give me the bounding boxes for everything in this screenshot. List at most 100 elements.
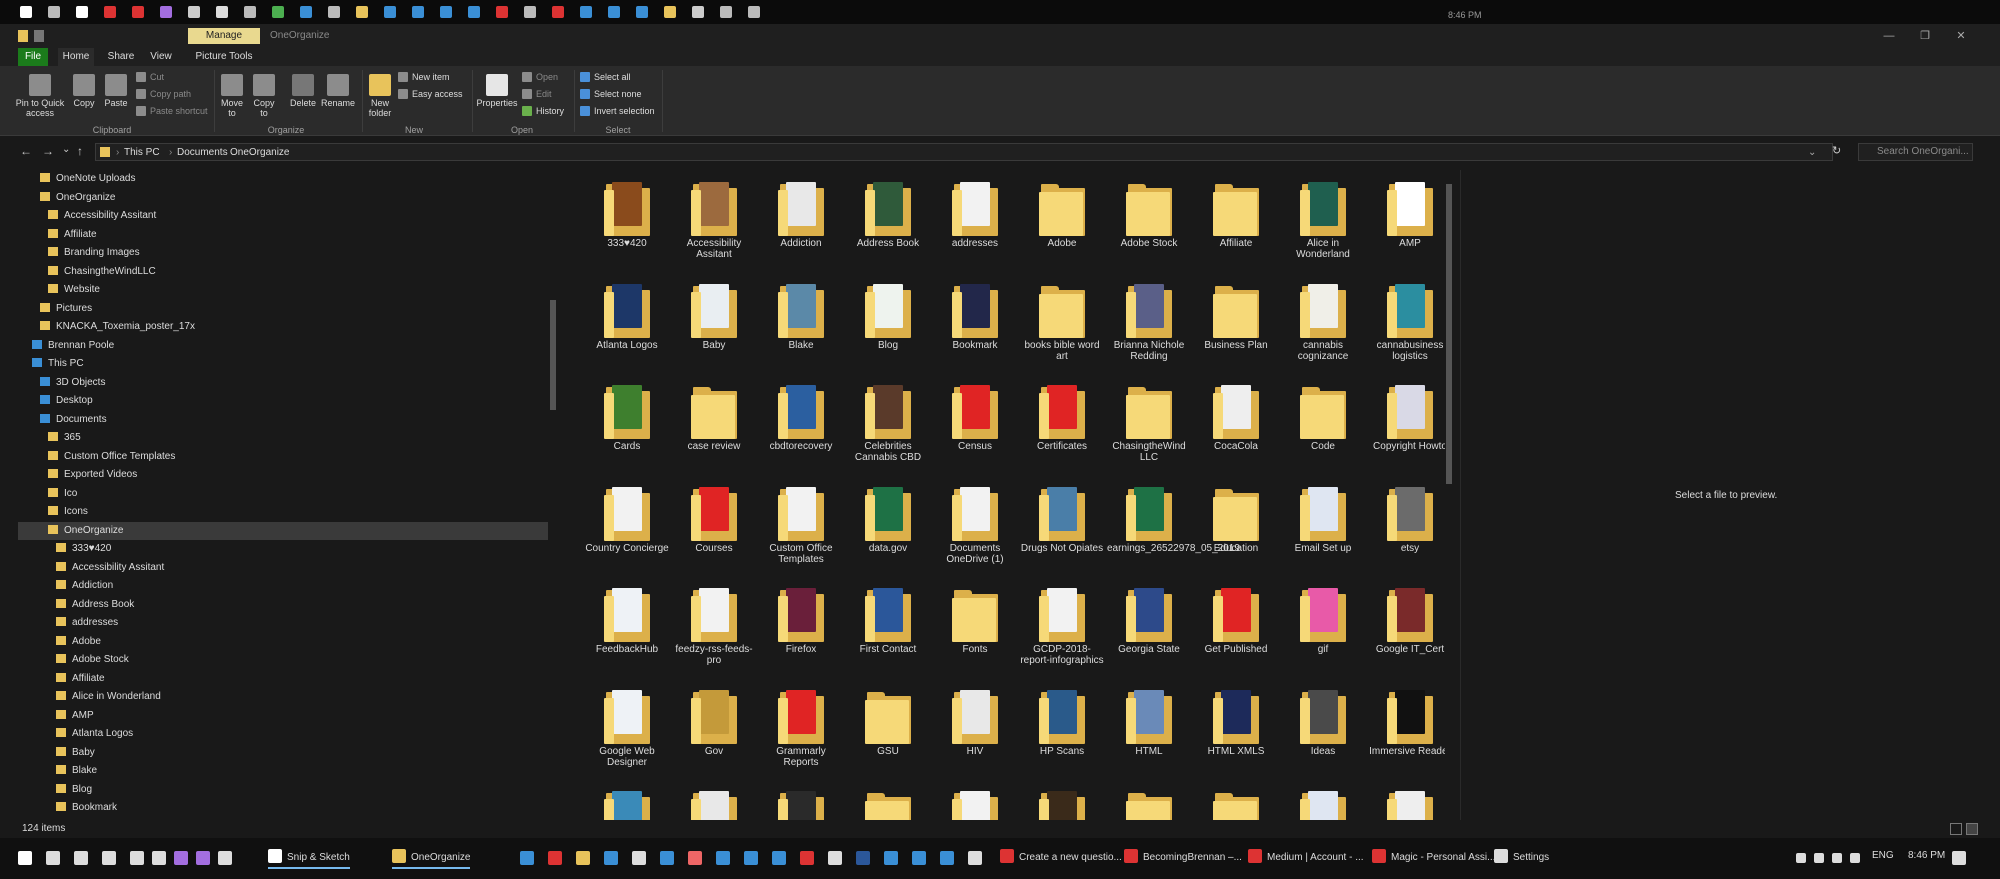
tray-icon[interactable] [1814,853,1824,863]
taskbar-app-icon[interactable] [604,851,618,865]
crumb-oneorganize[interactable]: OneOrganize [230,147,289,158]
crumb-this-pc[interactable]: This PC [124,147,160,158]
select-none-button[interactable]: Select none [580,88,642,100]
folder-tile[interactable] [585,779,669,820]
folder-tile[interactable]: Firefox [759,576,843,655]
pinned-app-icon[interactable] [216,6,228,18]
quick-access-icon[interactable] [34,30,44,42]
tab-picture-tools[interactable]: Picture Tools [192,48,256,66]
folder-tile[interactable]: data.gov [846,475,930,554]
manage-tab[interactable]: Manage [188,28,260,44]
folder-tile[interactable]: etsy [1368,475,1445,554]
folder-tile[interactable] [846,779,930,820]
folder-tile[interactable]: HIV [933,678,1017,757]
folder-tile[interactable]: Atlanta Logos [585,272,669,351]
folder-tile[interactable]: Google IT_Cert [1368,576,1445,655]
folder-tile[interactable]: feedzy-rss-feeds-pro [672,576,756,666]
start-icon[interactable] [18,851,32,865]
pinned-app-icon[interactable] [328,6,340,18]
taskbar-app-icon[interactable] [196,851,210,865]
back-button[interactable]: ← [20,144,32,158]
pinned-app-icon[interactable] [748,6,760,18]
folder-tile[interactable]: earnings_26522978_05_2019 [1107,475,1240,554]
edit-button[interactable]: Edit [522,88,552,100]
folder-tile[interactable]: Gov [672,678,756,757]
copy-button[interactable]: Copy [70,74,98,108]
folder-tile[interactable]: Certificates [1020,373,1104,452]
folder-tile[interactable]: Cards [585,373,669,452]
address-dropdown-icon[interactable]: ⌄ [1808,147,1816,158]
select-all-button[interactable]: Select all [580,71,631,83]
folder-tile[interactable]: Copyright Howto [1368,373,1445,452]
taskbar-app-icon[interactable] [688,851,702,865]
folder-tile[interactable]: Code [1281,373,1365,452]
taskbar-app-icon[interactable] [800,851,814,865]
folder-tile[interactable]: Get Published [1194,576,1278,655]
pinned-app-icon[interactable] [188,6,200,18]
folder-tile[interactable] [672,779,756,820]
tree-item[interactable]: Atlanta Logos [18,725,548,743]
tree-item[interactable]: 365 [18,429,548,447]
tree-item[interactable]: OneOrganize [18,189,548,207]
folder-tile[interactable]: Blog [846,272,930,351]
folder-tile[interactable]: 333♥420 [585,170,669,249]
tray-icon[interactable] [1796,853,1806,863]
refresh-button[interactable]: ↻ [1832,144,1841,157]
taskbar-window-button[interactable]: Settings [1494,847,1549,869]
tab-file[interactable]: File [18,48,48,66]
folder-tile[interactable]: Email Set up [1281,475,1365,554]
pinned-app-icon[interactable] [608,6,620,18]
folder-tile[interactable]: Grammarly Reports [759,678,843,768]
taskbar-app-icon[interactable] [660,851,674,865]
pinned-app-icon[interactable] [636,6,648,18]
pin-quick-access-button[interactable]: Pin to Quick access [14,74,66,118]
properties-button[interactable]: Properties [474,74,520,108]
taskbar-app-icon[interactable] [716,851,730,865]
folder-tile[interactable]: Courses [672,475,756,554]
details-view-button[interactable] [1950,823,1962,835]
tree-item[interactable]: Bookmark [18,799,548,817]
tree-item[interactable]: Ico [18,485,548,503]
taskbar-window-button[interactable]: Create a new questio... [1000,847,1122,869]
tree-item[interactable]: This PC [18,355,548,373]
pinned-app-icon[interactable] [468,6,480,18]
tree-item[interactable]: ChasingtheWindLLC [18,263,548,281]
pinned-app-icon[interactable] [720,6,732,18]
cut-button[interactable]: Cut [136,71,164,83]
taskbar-app-icon[interactable] [884,851,898,865]
folder-tile[interactable]: cannabis cognizance [1281,272,1365,362]
folder-tile[interactable]: cannabusiness logistics [1368,272,1445,362]
folder-tile[interactable]: First Contact [846,576,930,655]
folder-tile[interactable] [933,779,1017,820]
folder-tile[interactable]: Addiction [759,170,843,249]
grid-scrollbar[interactable] [1443,170,1455,820]
taskbar-app-icon[interactable] [130,851,144,865]
task-view-icon[interactable] [102,851,116,865]
search-icon[interactable] [46,851,60,865]
close-button[interactable]: ✕ [1946,28,1976,44]
pinned-app-icon[interactable] [580,6,592,18]
copy-to-button[interactable]: Copy to [250,74,278,118]
minimize-button[interactable]: — [1874,28,1904,44]
pinned-app-icon[interactable] [412,6,424,18]
folder-tile[interactable]: Fonts [933,576,1017,655]
pinned-app-icon[interactable] [664,6,676,18]
tree-item[interactable]: 333♥420 [18,540,548,558]
pinned-app-icon[interactable] [132,6,144,18]
folder-tile[interactable]: case review [672,373,756,452]
language-indicator[interactable]: ENG [1872,850,1894,861]
taskbar-app-icon[interactable] [912,851,926,865]
folder-tile[interactable]: Drugs Not Opiates [1020,475,1104,554]
taskbar-app-icon[interactable] [940,851,954,865]
taskbar-app-icon[interactable] [632,851,646,865]
history-button[interactable]: History [522,105,564,117]
pinned-app-icon[interactable] [692,6,704,18]
pinned-app-icon[interactable] [48,6,60,18]
folder-tile[interactable] [1281,779,1365,820]
tree-item[interactable]: 3D Objects [18,374,548,392]
tree-item[interactable]: Pictures [18,300,548,318]
tree-item[interactable]: KNACKA_Toxemia_poster_17x [18,318,548,336]
tree-item[interactable]: Brennan Poole [18,337,548,355]
taskbar-app-icon[interactable] [152,851,166,865]
taskbar-app-icon[interactable] [744,851,758,865]
